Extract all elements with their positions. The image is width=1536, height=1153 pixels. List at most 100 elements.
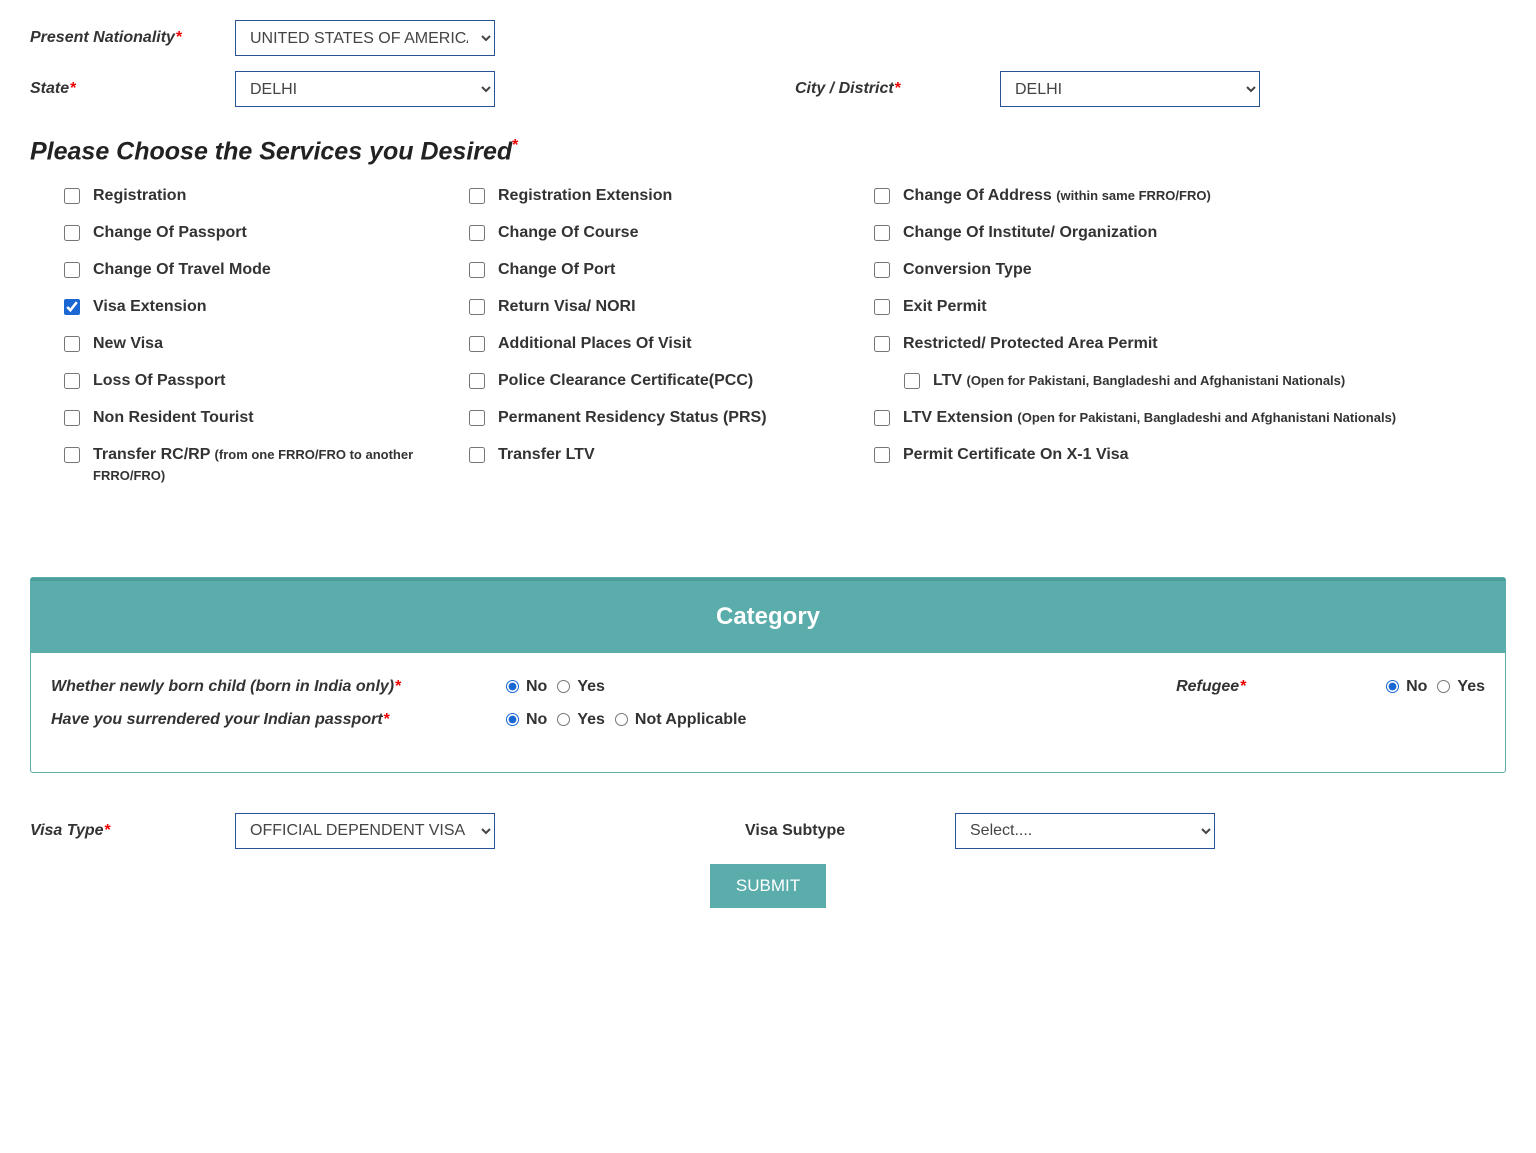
nationality-label: Present Nationality* [30, 29, 235, 47]
service-label: Transfer RC/RP (from one FRRO/FRO to ano… [93, 445, 465, 487]
service-label: Change Of Institute/ Organization [903, 223, 1157, 244]
state-label: State* [30, 80, 235, 98]
service-item: Change Of Port [465, 260, 870, 281]
service-checkbox[interactable] [874, 336, 890, 352]
service-checkbox[interactable] [469, 299, 485, 315]
service-item: Change Of Passport [60, 223, 465, 244]
service-label: Change Of Address (within same FRRO/FRO) [903, 186, 1211, 207]
service-checkbox[interactable] [874, 262, 890, 278]
service-label: Change Of Travel Mode [93, 260, 271, 281]
service-label: Change Of Course [498, 223, 638, 244]
service-label: Change Of Passport [93, 223, 247, 244]
service-item: Change Of Travel Mode [60, 260, 465, 281]
service-item: Transfer LTV [465, 445, 870, 487]
service-label: Police Clearance Certificate(PCC) [498, 371, 753, 392]
service-checkbox[interactable] [874, 225, 890, 241]
nationality-select[interactable]: UNITED STATES OF AMERICA [235, 20, 495, 56]
service-item: Permit Certificate On X-1 Visa [870, 445, 1506, 487]
service-item: Change Of Institute/ Organization [870, 223, 1506, 244]
service-checkbox[interactable] [64, 447, 80, 463]
service-label: Permit Certificate On X-1 Visa [903, 445, 1129, 466]
service-item: Restricted/ Protected Area Permit [870, 334, 1506, 355]
service-checkbox[interactable] [469, 410, 485, 426]
service-checkbox[interactable] [874, 299, 890, 315]
service-label: Registration Extension [498, 186, 672, 207]
service-item: Additional Places Of Visit [465, 334, 870, 355]
newborn-yes-radio[interactable] [557, 680, 570, 693]
services-header: Please Choose the Services you Desired* [30, 137, 1506, 166]
refugee-block: Refugee* No Yes [1176, 678, 1485, 696]
city-label: City / District* [795, 80, 1000, 98]
service-item: LTV (Open for Pakistani, Bangladeshi and… [900, 371, 1506, 392]
service-item: Exit Permit [870, 297, 1506, 318]
visa-type-label: Visa Type* [30, 822, 235, 840]
service-checkbox[interactable] [469, 188, 485, 204]
service-checkbox[interactable] [469, 225, 485, 241]
service-note: (Open for Pakistani, Bangladeshi and Afg… [966, 373, 1345, 388]
service-item: Visa Extension [60, 297, 465, 318]
refugee-yes-radio[interactable] [1437, 680, 1450, 693]
surrendered-no-radio[interactable] [506, 713, 519, 726]
service-note: (Open for Pakistani, Bangladeshi and Afg… [1017, 410, 1396, 425]
service-label: Exit Permit [903, 297, 987, 318]
surrendered-label: Have you surrendered your Indian passpor… [51, 711, 506, 729]
city-group: City / District* DELHI [795, 71, 1260, 107]
submit-row: SUBMIT [30, 864, 1506, 908]
service-item: LTV Extension (Open for Pakistani, Bangl… [870, 408, 1506, 429]
surrendered-options: No Yes Not Applicable [506, 711, 746, 729]
visa-subtype-select[interactable]: Select.... [955, 813, 1215, 849]
service-item: Permanent Residency Status (PRS) [465, 408, 870, 429]
service-checkbox[interactable] [469, 262, 485, 278]
service-label: Return Visa/ NORI [498, 297, 636, 318]
service-label: Conversion Type [903, 260, 1032, 281]
refugee-label: Refugee* [1176, 678, 1356, 696]
service-checkbox[interactable] [874, 410, 890, 426]
newborn-options: No Yes [506, 678, 605, 696]
city-select[interactable]: DELHI [1000, 71, 1260, 107]
service-item: Non Resident Tourist [60, 408, 465, 429]
service-checkbox[interactable] [64, 262, 80, 278]
surrendered-na-radio[interactable] [615, 713, 628, 726]
service-note: (from one FRRO/FRO to another FRRO/FRO) [93, 447, 413, 483]
service-item: New Visa [60, 334, 465, 355]
service-checkbox[interactable] [469, 373, 485, 389]
service-label: LTV (Open for Pakistani, Bangladeshi and… [933, 371, 1345, 392]
service-item: Registration Extension [465, 186, 870, 207]
service-item: Police Clearance Certificate(PCC) [465, 371, 870, 392]
service-item: Conversion Type [870, 260, 1506, 281]
state-group: State* DELHI [30, 71, 495, 107]
service-label: Transfer LTV [498, 445, 595, 466]
service-checkbox[interactable] [64, 299, 80, 315]
service-checkbox[interactable] [64, 225, 80, 241]
service-checkbox[interactable] [874, 447, 890, 463]
nationality-row: Present Nationality* UNITED STATES OF AM… [30, 20, 1506, 56]
refugee-no-radio[interactable] [1386, 680, 1399, 693]
service-item: Change Of Address (within same FRRO/FRO) [870, 186, 1506, 207]
category-header: Category [31, 578, 1505, 653]
category-panel: Category Whether newly born child (born … [30, 577, 1506, 773]
newborn-no-radio[interactable] [506, 680, 519, 693]
service-checkbox[interactable] [874, 188, 890, 204]
newborn-label: Whether newly born child (born in India … [51, 678, 506, 696]
newborn-row: Whether newly born child (born in India … [51, 678, 1485, 696]
service-checkbox[interactable] [64, 373, 80, 389]
service-note: (within same FRRO/FRO) [1056, 188, 1211, 203]
service-checkbox[interactable] [64, 188, 80, 204]
service-checkbox[interactable] [469, 447, 485, 463]
service-label: Additional Places Of Visit [498, 334, 692, 355]
state-select[interactable]: DELHI [235, 71, 495, 107]
category-body: Whether newly born child (born in India … [31, 653, 1505, 772]
surrendered-yes-radio[interactable] [557, 713, 570, 726]
service-checkbox[interactable] [64, 336, 80, 352]
state-city-row: State* DELHI City / District* DELHI [30, 71, 1506, 107]
visa-type-select[interactable]: OFFICIAL DEPENDENT VISA [235, 813, 495, 849]
service-checkbox[interactable] [64, 410, 80, 426]
service-checkbox[interactable] [904, 373, 920, 389]
submit-button[interactable]: SUBMIT [710, 864, 826, 908]
refugee-options: No Yes [1386, 678, 1485, 696]
service-label: Visa Extension [93, 297, 207, 318]
services-grid: Registration Registration Extension Chan… [30, 186, 1506, 487]
service-label: Change Of Port [498, 260, 615, 281]
visa-row: Visa Type* OFFICIAL DEPENDENT VISA Visa … [30, 813, 1506, 849]
service-checkbox[interactable] [469, 336, 485, 352]
